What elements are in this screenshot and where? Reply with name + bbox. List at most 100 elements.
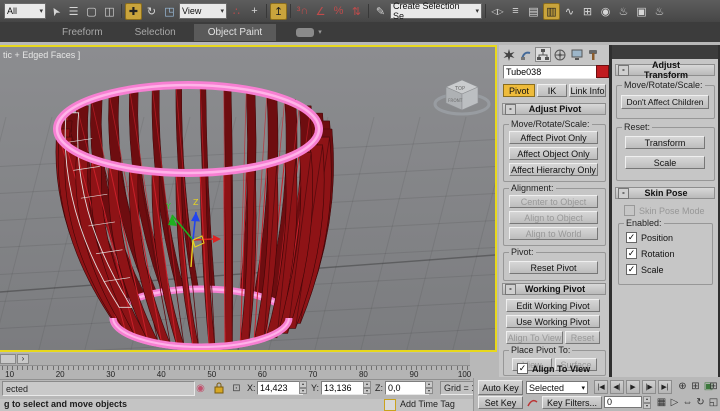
percent-snap-icon[interactable]: %	[330, 3, 347, 20]
create-tab-icon[interactable]	[501, 47, 517, 62]
render-setup-icon[interactable]: ♨	[615, 3, 632, 20]
spin-down-icon[interactable]: ▾	[299, 388, 307, 395]
current-frame-field[interactable]: 0	[604, 396, 642, 408]
align-to-view-checkbox[interactable]: ✓ Align To View	[517, 363, 590, 374]
pivot-mode-button[interactable]: Pivot	[503, 84, 535, 97]
ik-mode-button[interactable]: IK	[537, 84, 567, 97]
named-selection-sets-dropdown[interactable]: Create Selection Se ▾	[390, 3, 482, 19]
perspective-viewport[interactable]: YZTOPFRONT tic + Edged Faces ]	[0, 45, 497, 352]
align-to-world-button[interactable]: Align to World	[509, 227, 598, 240]
layer-explorer-icon[interactable]: ▥	[543, 3, 560, 20]
frame-spinner[interactable]: ▴▾	[643, 396, 651, 409]
add-time-tag-label[interactable]: Add Time Tag	[400, 399, 455, 409]
object-name-field[interactable]: Tube038	[503, 65, 597, 79]
selection-lock-icon[interactable]	[211, 381, 226, 395]
previous-frame-button[interactable]: ◀|	[610, 380, 624, 394]
link-info-mode-button[interactable]: Link Info	[569, 84, 606, 97]
select-object-icon[interactable]: ➤	[44, 0, 67, 23]
reset-working-pivot-button[interactable]: Reset	[565, 331, 600, 344]
maximize-viewport-icon[interactable]: ◱	[707, 396, 720, 409]
reset-transform-button[interactable]: Transform	[625, 136, 705, 149]
collapse-icon[interactable]: -	[618, 188, 629, 199]
chevron-down-icon[interactable]: ▾	[318, 28, 322, 36]
affect-pivot-only-button[interactable]: Affect Pivot Only	[509, 131, 598, 144]
key-filters-button[interactable]: Key Filters...	[542, 396, 602, 409]
zoom-all-icon[interactable]: ⊞	[689, 380, 702, 393]
adjust-transform-rollout[interactable]: - Adjust Transform	[615, 64, 715, 76]
use-pivot-center-icon[interactable]: ∴	[228, 3, 245, 20]
next-frame-button[interactable]: |▶	[642, 380, 656, 394]
zoom-extents-all-icon[interactable]: ⊞	[707, 380, 720, 393]
z-spinner[interactable]: ▴▾	[425, 381, 433, 394]
affect-object-only-button[interactable]: Affect Object Only	[509, 147, 598, 160]
edit-working-pivot-button[interactable]: Edit Working Pivot	[506, 299, 600, 312]
spin-down-icon[interactable]: ▾	[425, 388, 433, 395]
select-and-scale-icon[interactable]: ◳	[161, 3, 178, 20]
ribbon-minimize-icon[interactable]	[296, 28, 314, 37]
keyboard-override-icon[interactable]: ↥	[270, 3, 287, 20]
spinner-snap-icon[interactable]: ⇅	[348, 3, 365, 20]
align-icon[interactable]: ≡	[507, 3, 524, 20]
auto-key-button[interactable]: Auto Key	[478, 380, 523, 395]
use-working-pivot-button[interactable]: Use Working Pivot	[506, 315, 600, 328]
tab-object-paint[interactable]: Object Paint	[194, 24, 276, 41]
skin-pose-mode-checkbox[interactable]: Skin Pose Mode	[624, 205, 705, 216]
object-color-swatch[interactable]	[596, 65, 609, 78]
position-checkbox[interactable]: ✓ Position	[626, 232, 673, 243]
selection-region-icon[interactable]: ▢	[83, 3, 100, 20]
manage-layers-icon[interactable]: ▤	[525, 3, 542, 20]
snap-3d-icon[interactable]: ³∩	[294, 3, 311, 20]
reference-coordinate-dropdown[interactable]: View ▾	[179, 3, 227, 19]
modify-tab-icon[interactable]	[518, 47, 534, 62]
spin-down-icon[interactable]: ▾	[363, 388, 371, 395]
next-frame-arrow-icon[interactable]: ›	[17, 354, 29, 364]
go-to-start-button[interactable]: |◀	[594, 380, 608, 394]
affect-hierarchy-only-button[interactable]: Affect Hierarchy Only	[509, 163, 598, 176]
align-to-object-button[interactable]: Align to Object	[509, 211, 598, 224]
working-pivot-rollout[interactable]: - Working Pivot	[502, 283, 606, 295]
select-by-name-icon[interactable]: ☰	[65, 3, 82, 20]
time-slider-handle[interactable]	[0, 354, 16, 364]
center-to-object-button[interactable]: Center to Object	[509, 195, 598, 208]
orbit-icon[interactable]: ↻	[694, 396, 707, 409]
align-to-view-button[interactable]: Align To View	[506, 331, 563, 344]
mirror-icon[interactable]: ◁▷	[489, 3, 506, 20]
render-production-icon[interactable]: ♨	[651, 3, 668, 20]
collapse-icon[interactable]: -	[505, 104, 516, 115]
scale-checkbox[interactable]: ✓ Scale	[626, 264, 664, 275]
rendered-frame-icon[interactable]: ▣	[633, 3, 650, 20]
viewport-shading-label[interactable]: tic + Edged Faces ]	[3, 50, 80, 60]
zoom-region-icon[interactable]: ▦	[655, 396, 668, 409]
edit-named-sets-icon[interactable]: ✎	[372, 3, 389, 20]
viewport-canvas[interactable]: YZTOPFRONT	[0, 47, 495, 350]
spin-down-icon[interactable]: ▾	[643, 403, 651, 410]
time-slider[interactable]: ›	[0, 353, 470, 366]
collapse-icon[interactable]: -	[618, 65, 629, 76]
dont-affect-children-button[interactable]: Don't Affect Children	[621, 95, 709, 109]
reset-pivot-button[interactable]: Reset Pivot	[509, 261, 598, 274]
material-editor-icon[interactable]: ◉	[597, 3, 614, 20]
pushpin-icon[interactable]: ◉	[193, 381, 208, 395]
window-crossing-icon[interactable]: ◫	[101, 3, 118, 20]
select-and-move-icon[interactable]: ✚	[125, 3, 142, 20]
key-tangent-icon[interactable]	[526, 396, 539, 409]
schematic-view-icon[interactable]: ⊞	[579, 3, 596, 20]
display-tab-icon[interactable]	[569, 47, 585, 62]
track-bar[interactable]: 102030405060708090100	[0, 366, 470, 380]
angle-snap-icon[interactable]: ∠	[312, 3, 329, 20]
selection-filter-dropdown[interactable]: All ▾	[4, 3, 46, 19]
play-button[interactable]: ▶	[626, 380, 640, 394]
absolute-offset-toggle-icon[interactable]: ⊡	[229, 381, 244, 395]
go-to-end-button[interactable]: ▶|	[658, 380, 672, 394]
tab-selection[interactable]: Selection	[121, 24, 190, 41]
key-selection-dropdown[interactable]: Selected ▾	[526, 381, 588, 394]
hierarchy-tab-icon[interactable]	[535, 47, 551, 62]
pan-icon[interactable]: ⇔	[681, 396, 694, 409]
tab-freeform[interactable]: Freeform	[48, 24, 117, 41]
select-and-rotate-icon[interactable]: ↻	[143, 3, 160, 20]
motion-tab-icon[interactable]	[552, 47, 568, 62]
adjust-pivot-rollout[interactable]: - Adjust Pivot	[502, 103, 606, 115]
curve-editor-icon[interactable]: ∿	[561, 3, 578, 20]
field-of-view-icon[interactable]: ▷	[668, 396, 681, 409]
select-and-manipulate-icon[interactable]: +	[246, 3, 263, 20]
